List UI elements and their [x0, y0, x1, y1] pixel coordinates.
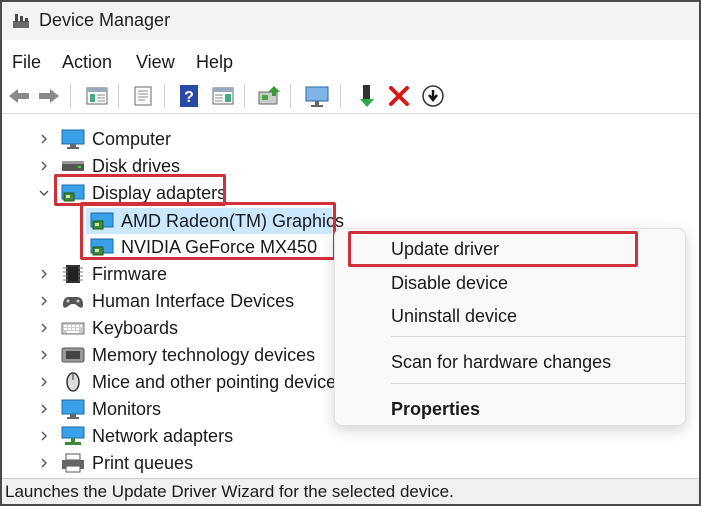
menu-view[interactable]: View — [136, 48, 175, 77]
properties-sheet-icon — [134, 86, 152, 106]
tree-node-memory-technology-devices[interactable]: Memory technology devices — [38, 342, 315, 368]
chevron-right-icon — [41, 269, 47, 279]
device-manager-window: Device Manager File Action View Help ? C… — [0, 0, 701, 506]
enable-device-button[interactable] — [352, 82, 382, 110]
status-bar: Launches the Update Driver Wizard for th… — [2, 478, 699, 504]
toolbar-separator — [118, 84, 119, 108]
chevron-right-icon — [41, 458, 47, 468]
chevron-down-icon — [39, 190, 49, 196]
monitor-icon — [61, 129, 85, 149]
mouse-icon — [66, 372, 80, 392]
help-icon: ? — [180, 85, 198, 107]
menu-item-uninstall-device[interactable]: Uninstall device — [391, 306, 517, 327]
menu-action[interactable]: Action — [62, 48, 112, 77]
menu-file[interactable]: File — [12, 48, 41, 77]
window-title: Device Manager — [39, 10, 171, 30]
tree-node-label: Mice and other pointing devices — [92, 371, 346, 392]
download-circle-icon — [422, 85, 444, 107]
forward-button[interactable] — [34, 82, 64, 110]
network-adapter-icon — [61, 426, 85, 445]
tree-node-label: Firmware — [92, 263, 167, 284]
toolbar-separator — [70, 84, 71, 108]
properties-button[interactable] — [128, 82, 158, 110]
tree-node-human-interface-devices[interactable]: Human Interface Devices — [38, 288, 294, 314]
menu-separator — [391, 336, 687, 337]
tree-node-computer[interactable]: Computer — [38, 126, 171, 152]
tree-node-keyboards[interactable]: Keyboards — [38, 315, 178, 341]
highlight-adapter-children — [80, 202, 336, 260]
menu-item-scan-hardware[interactable]: Scan for hardware changes — [391, 352, 611, 373]
firmware-chip-icon — [63, 265, 83, 283]
tree-node-label: Print queues — [92, 452, 194, 473]
menu-help[interactable]: Help — [196, 48, 233, 77]
scan-monitor-icon — [305, 86, 329, 107]
tree-node-label: Memory technology devices — [92, 344, 316, 365]
toolbar-separator — [290, 84, 291, 108]
disk-drive-icon — [62, 161, 84, 171]
toolbar-separator — [244, 84, 245, 108]
tree-node-label: Computer — [92, 128, 172, 149]
tree-node-label: Human Interface Devices — [92, 290, 295, 311]
device-manager-icon — [13, 14, 29, 28]
menu-item-disable-device[interactable]: Disable device — [391, 273, 508, 294]
enable-device-icon — [360, 85, 374, 107]
disable-device-button[interactable] — [418, 82, 448, 110]
tree-node-label: Monitors — [92, 398, 162, 419]
chevron-right-icon — [41, 404, 47, 414]
chevron-right-icon — [41, 296, 47, 306]
chevron-right-icon — [41, 431, 47, 441]
show-hide-tree-button[interactable] — [82, 82, 112, 110]
tree-node-mice-pointing-devices[interactable]: Mice and other pointing devices — [38, 369, 345, 395]
chevron-right-icon — [41, 161, 47, 171]
svg-text:?: ? — [184, 89, 194, 106]
chevron-right-icon — [41, 134, 47, 144]
status-text: Launches the Update Driver Wizard for th… — [5, 482, 454, 501]
uninstall-device-button[interactable] — [384, 82, 414, 110]
tree-node-label: Keyboards — [92, 317, 179, 338]
forward-arrow-icon — [39, 89, 59, 103]
menu-separator — [391, 383, 687, 384]
highlight-update-driver — [348, 231, 638, 267]
action-pane-icon — [212, 87, 234, 105]
tree-node-label: Network adapters — [92, 425, 234, 446]
toolbar: ? — [2, 80, 699, 114]
title-bar: Device Manager — [2, 2, 699, 40]
back-arrow-icon — [9, 89, 29, 103]
help-button[interactable]: ? — [174, 82, 204, 110]
show-hide-tree-icon — [86, 87, 108, 105]
menu-bar: File Action View Help — [2, 46, 699, 74]
tree-node-print-queues[interactable]: Print queues — [38, 450, 193, 476]
action-pane-button[interactable] — [208, 82, 238, 110]
tree-node-monitors[interactable]: Monitors — [38, 396, 161, 422]
chevron-right-icon — [41, 350, 47, 360]
keyboard-icon — [61, 322, 85, 335]
menu-item-properties[interactable]: Properties — [391, 399, 480, 420]
memory-device-icon — [61, 347, 85, 363]
chevron-right-icon — [41, 323, 47, 333]
printer-icon — [62, 453, 84, 473]
update-driver-icon — [258, 86, 280, 105]
chevron-right-icon — [41, 377, 47, 387]
monitor-icon — [61, 399, 85, 419]
hid-icon — [63, 297, 83, 308]
scan-hardware-button[interactable] — [302, 82, 332, 110]
uninstall-x-icon — [389, 86, 409, 106]
toolbar-separator — [164, 84, 165, 108]
toolbar-separator — [340, 84, 341, 108]
update-driver-toolbar-button[interactable] — [254, 82, 284, 110]
tree-node-network-adapters[interactable]: Network adapters — [38, 423, 233, 449]
tree-node-firmware[interactable]: Firmware — [38, 261, 167, 287]
back-button[interactable] — [4, 82, 34, 110]
